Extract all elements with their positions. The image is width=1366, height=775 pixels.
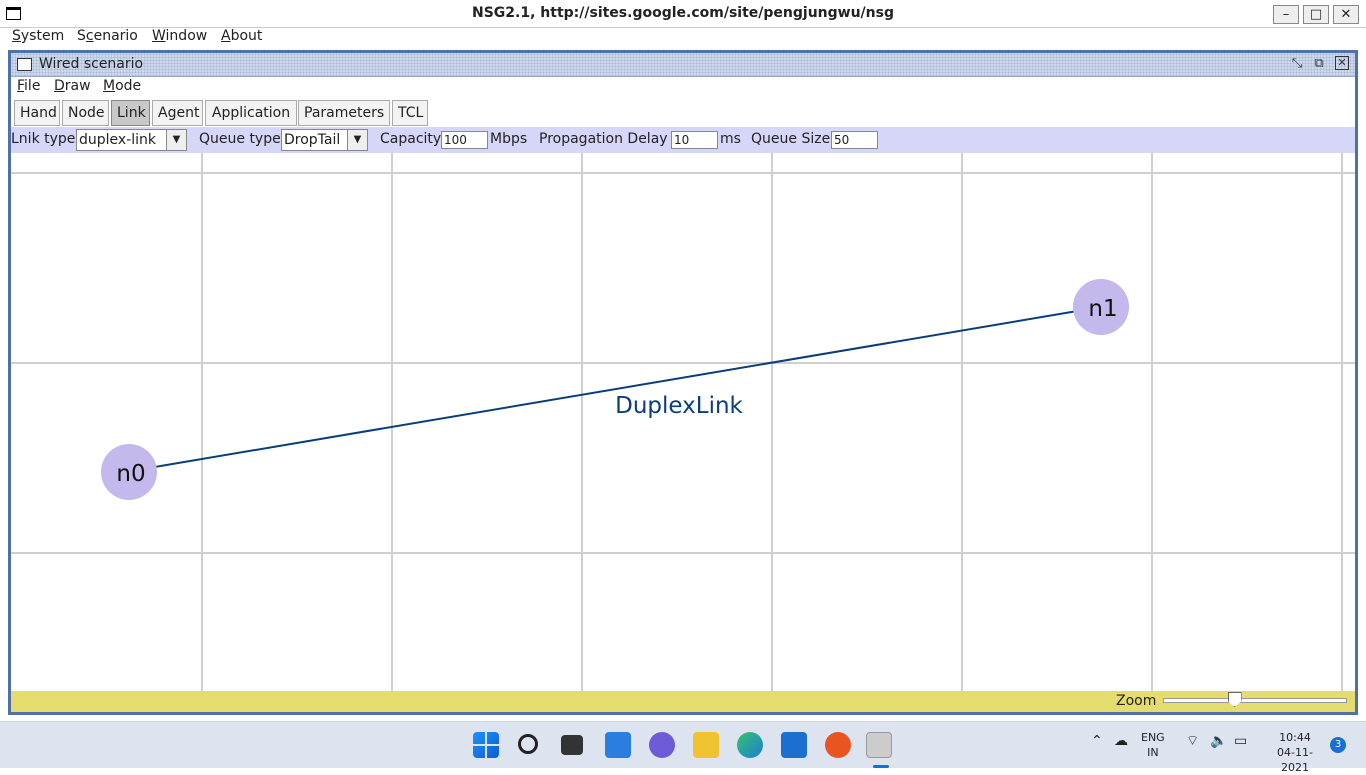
menu-window[interactable]: Window xyxy=(152,28,207,44)
hand-button[interactable]: Hand xyxy=(14,100,60,126)
language-indicator[interactable]: ENG IN xyxy=(1141,730,1165,760)
link-button[interactable]: Link xyxy=(111,100,150,126)
frame-title: Wired scenario xyxy=(39,56,144,72)
wired-scenario-frame: Wired scenario ⤡ ⧉ ✕ File Draw Mode Hand… xyxy=(8,50,1358,715)
queue-size-label: Queue Size xyxy=(751,131,831,147)
link-type-select[interactable]: duplex-link ▼ xyxy=(76,129,187,151)
close-frame-icon[interactable]: ✕ xyxy=(1335,56,1349,70)
chevron-down-icon[interactable]: ▼ xyxy=(347,130,367,150)
taskbar: ⌃ ☁ ENG IN ⌔ 🔈 ▭ 10:44 04-11-2021 3 xyxy=(0,721,1366,774)
queue-size-input[interactable]: 50 xyxy=(831,131,878,149)
nsg-app-icon[interactable] xyxy=(866,732,892,758)
volume-icon[interactable]: 🔈 xyxy=(1210,734,1227,749)
start-icon[interactable] xyxy=(473,732,499,758)
wifi-icon[interactable]: ⌔ xyxy=(1186,734,1199,749)
battery-icon[interactable]: ▭ xyxy=(1234,734,1247,749)
menu-draw[interactable]: Draw xyxy=(54,78,91,94)
search-icon[interactable] xyxy=(518,734,538,754)
queue-type-label: Queue type xyxy=(199,131,281,147)
propagation-delay-label: Propagation Delay xyxy=(539,131,668,147)
parameters-button[interactable]: Parameters xyxy=(298,100,390,126)
chat-icon[interactable] xyxy=(649,732,675,758)
queue-type-value: DropTail xyxy=(284,132,341,148)
link-options-bar: Lnik type duplex-link ▼ Queue type DropT… xyxy=(11,127,1355,153)
region-code: IN xyxy=(1147,746,1159,759)
link-label: DuplexLink xyxy=(615,393,743,419)
status-bar: Zoom xyxy=(11,691,1355,712)
menu-scenario[interactable]: Scenario xyxy=(77,28,138,44)
store-icon[interactable] xyxy=(781,732,807,758)
iconify-icon[interactable]: ⤡ xyxy=(1289,56,1305,72)
file-explorer-icon[interactable] xyxy=(693,732,719,758)
app-menubar: System Scenario Window About xyxy=(0,28,1366,50)
node-n0[interactable]: n0 xyxy=(101,444,157,500)
queue-type-select[interactable]: DropTail ▼ xyxy=(281,129,368,151)
zoom-slider-track[interactable] xyxy=(1163,698,1347,703)
zoom-label: Zoom xyxy=(1116,693,1157,709)
frame-menubar: File Draw Mode xyxy=(11,77,1355,99)
scenario-canvas[interactable]: DuplexLink n0 n1 xyxy=(11,153,1355,691)
propagation-delay-unit: ms xyxy=(720,131,741,147)
window-title: NSG2.1, http://sites.google.com/site/pen… xyxy=(472,5,894,21)
edge-browser-icon[interactable] xyxy=(737,732,763,758)
menu-mode[interactable]: Mode xyxy=(103,78,141,94)
language-code: ENG xyxy=(1141,731,1165,744)
chevron-down-icon[interactable]: ▼ xyxy=(166,130,186,150)
maximize-button[interactable]: □ xyxy=(1303,5,1329,24)
maximize-frame-icon[interactable]: ⧉ xyxy=(1311,56,1327,72)
menu-file[interactable]: File xyxy=(17,78,40,94)
agent-button[interactable]: Agent xyxy=(152,100,203,126)
ubuntu-icon[interactable] xyxy=(825,732,851,758)
clock-date: 04-11-2021 xyxy=(1277,746,1313,774)
mode-toolbar: Hand Node Link Agent Application Paramet… xyxy=(11,99,1355,127)
canvas-grid xyxy=(11,153,1355,691)
clock-time: 10:44 xyxy=(1279,731,1311,744)
capacity-unit: Mbps xyxy=(490,131,528,147)
widgets-icon[interactable] xyxy=(605,732,631,758)
application-button[interactable]: Application xyxy=(205,100,297,126)
link-type-label: Lnik type xyxy=(11,131,76,147)
cloud-icon[interactable]: ☁ xyxy=(1114,734,1128,749)
menu-system[interactable]: System xyxy=(12,28,64,44)
minimize-button[interactable]: – xyxy=(1273,5,1299,24)
node-n1[interactable]: n1 xyxy=(1073,279,1129,335)
capacity-input[interactable]: 100 xyxy=(441,131,488,149)
frame-icon xyxy=(17,58,32,71)
node-label-n1: n1 xyxy=(1088,296,1117,322)
link-type-value: duplex-link xyxy=(79,132,156,148)
close-button[interactable]: ✕ xyxy=(1333,5,1359,24)
chevron-up-icon[interactable]: ⌃ xyxy=(1091,734,1103,749)
canvas-svg[interactable]: DuplexLink n0 n1 xyxy=(11,153,1355,691)
frame-title-bar[interactable]: Wired scenario ⤡ ⧉ ✕ xyxy=(11,53,1355,77)
zoom-slider-thumb[interactable] xyxy=(1227,692,1242,707)
notification-badge[interactable]: 3 xyxy=(1330,737,1346,753)
node-label-n0: n0 xyxy=(116,461,145,487)
tcl-button[interactable]: TCL xyxy=(392,100,428,126)
clock[interactable]: 10:44 04-11-2021 xyxy=(1265,730,1325,775)
node-button[interactable]: Node xyxy=(62,100,109,126)
propagation-delay-input[interactable]: 10 xyxy=(671,131,718,149)
task-view-icon[interactable] xyxy=(561,735,583,755)
menu-about[interactable]: About xyxy=(221,28,262,44)
duplex-link[interactable] xyxy=(130,306,1102,472)
os-title-bar: NSG2.1, http://sites.google.com/site/pen… xyxy=(0,0,1366,28)
capacity-label: Capacity xyxy=(380,131,442,147)
